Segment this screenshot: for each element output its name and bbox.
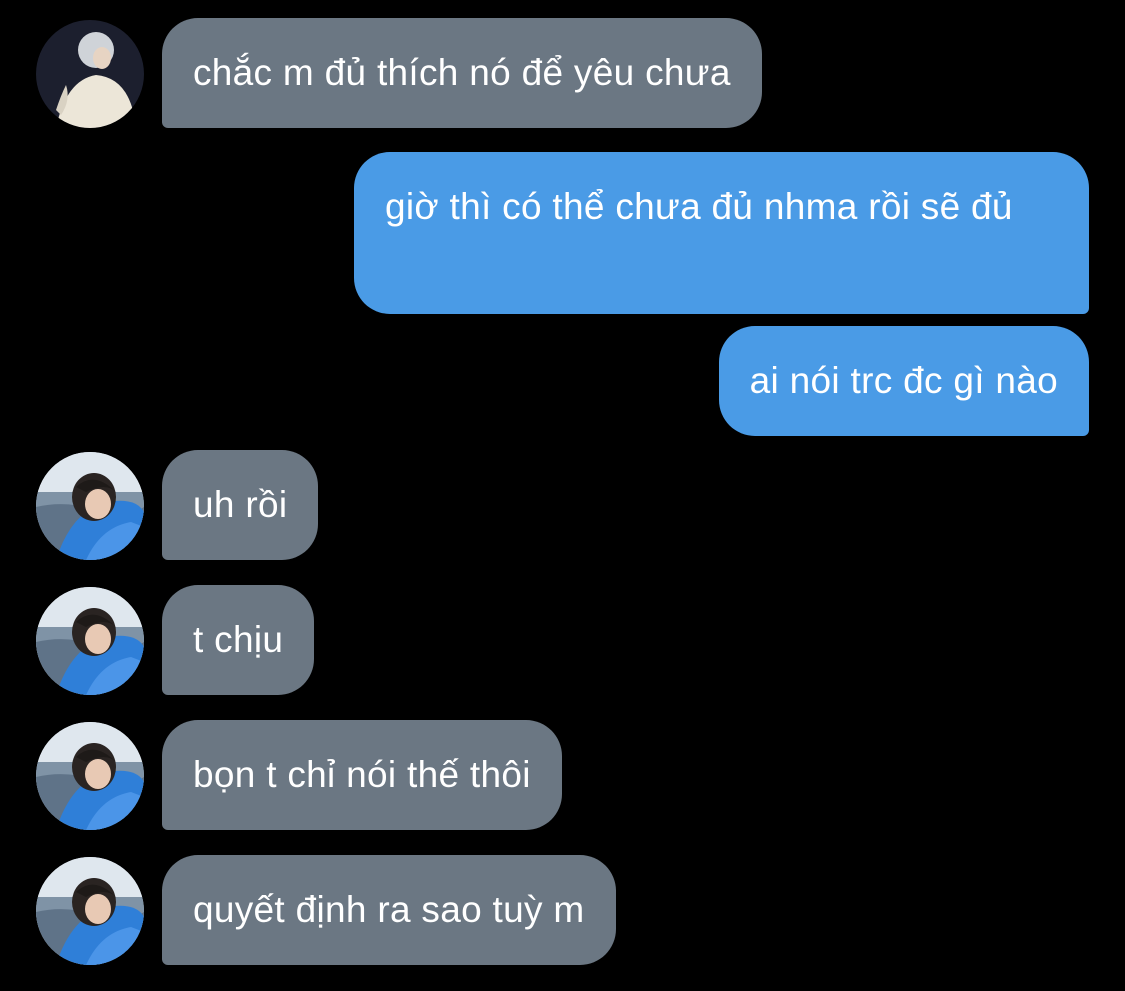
incoming-message-bubble[interactable]: t chịu [162, 585, 315, 695]
incoming-message-bubble[interactable]: chắc m đủ thích nó để yêu chưa [162, 18, 762, 128]
incoming-message-bubble[interactable]: bọn t chỉ nói thế thôi [162, 720, 562, 830]
message-row: ai nói trc đc gì nào [0, 326, 1125, 436]
message-row: bọn t chỉ nói thế thôi [0, 720, 1125, 830]
message-row: chắc m đủ thích nó để yêu chưa [0, 18, 1125, 128]
incoming-message-bubble[interactable]: quyết định ra sao tuỳ m [162, 855, 616, 965]
chat-thread: chắc m đủ thích nó để yêu chưa giờ thì c… [0, 0, 1125, 991]
avatar-blue-shirt-icon[interactable] [36, 722, 144, 830]
avatar-blue-shirt-icon[interactable] [36, 452, 144, 560]
outgoing-message-bubble[interactable]: ai nói trc đc gì nào [718, 326, 1089, 436]
avatar-blue-shirt-icon[interactable] [36, 857, 144, 965]
message-row: quyết định ra sao tuỳ m [0, 855, 1125, 965]
outgoing-message-bubble[interactable]: giờ thì có thể chưa đủ nhma rồi sẽ đủ [354, 152, 1089, 314]
incoming-message-bubble[interactable]: uh rồi [162, 450, 319, 560]
message-row: t chịu [0, 585, 1125, 695]
message-row: uh rồi [0, 450, 1125, 560]
avatar-blue-shirt-icon[interactable] [36, 587, 144, 695]
message-row: giờ thì có thể chưa đủ nhma rồi sẽ đủ [0, 152, 1125, 314]
avatar-white-hair-icon[interactable] [36, 20, 144, 128]
